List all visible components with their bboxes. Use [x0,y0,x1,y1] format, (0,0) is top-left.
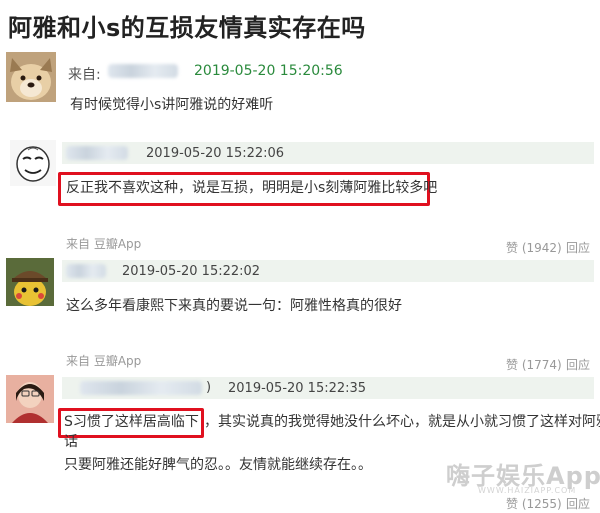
comment-1-text: 反正我不喜欢这种，说是互损，明明是小s刻薄阿雅比较多吧 [66,180,438,196]
comment-3-avatar[interactable] [6,375,54,423]
post-author-name-blurred[interactable] [108,64,178,78]
post-from-label: 来自: [68,67,101,83]
comment-1-header [62,142,594,164]
comment-2-reply-button[interactable]: 回应 [566,356,590,373]
watermark-url: WWW.HAIZIAPP.COM [478,486,577,495]
comment-1-source: 来自 豆瓣App [66,237,142,251]
comment-2-text: 这么多年看康熙下来真的要说一句：阿雅性格真的很好 [66,298,402,314]
pikachu-detective-avatar-icon [6,258,54,306]
comment-3-author-blurred[interactable] [80,381,202,395]
post-author-avatar[interactable] [6,52,56,102]
person-avatar-icon [6,375,54,423]
comment-2-timestamp: 2019-05-20 15:22:02 [122,264,261,279]
page-title: 阿雅和小s的互损友情真实存在吗 [8,14,366,42]
post-timestamp: 2019-05-20 15:20:56 [194,63,343,79]
comment-1-like-button[interactable]: 赞 (1942) [506,239,562,256]
comment-1-author-blurred[interactable] [66,146,128,160]
comment-1-timestamp: 2019-05-20 15:22:06 [146,146,285,161]
comment-3-text-rest: ，其实说真的我觉得她没什么坏心，就是从小就习惯了这样对阿雅说 [204,414,600,430]
comment-2-avatar[interactable] [6,258,54,306]
meme-face-avatar-icon [10,140,56,186]
post-body: 有时候觉得小s讲阿雅说的好难听 [70,97,274,113]
comment-2-source: 来自 豆瓣App [66,354,142,368]
comment-1-avatar[interactable] [10,140,56,186]
comment-3-text-line2: 话 [64,434,78,450]
comment-1-reply-button[interactable]: 回应 [566,239,590,256]
comment-2-author-blurred[interactable] [66,264,106,278]
comment-3-text-highlighted: S习惯了这样居高临下 [64,414,199,430]
comment-2-like-button[interactable]: 赞 (1774) [506,356,562,373]
comment-3-timestamp: 2019-05-20 15:22:35 [228,381,367,396]
comment-3-like-button[interactable]: 赞 (1255) [506,495,562,512]
comment-3-reply-button[interactable]: 回应 [566,495,590,512]
comment-3-author-paren: ) [206,380,212,395]
dog-avatar-icon [6,52,56,102]
comment-3-text-line3: 只要阿雅还能好脾气的忍。。友情就能继续存在。。 [64,457,372,473]
